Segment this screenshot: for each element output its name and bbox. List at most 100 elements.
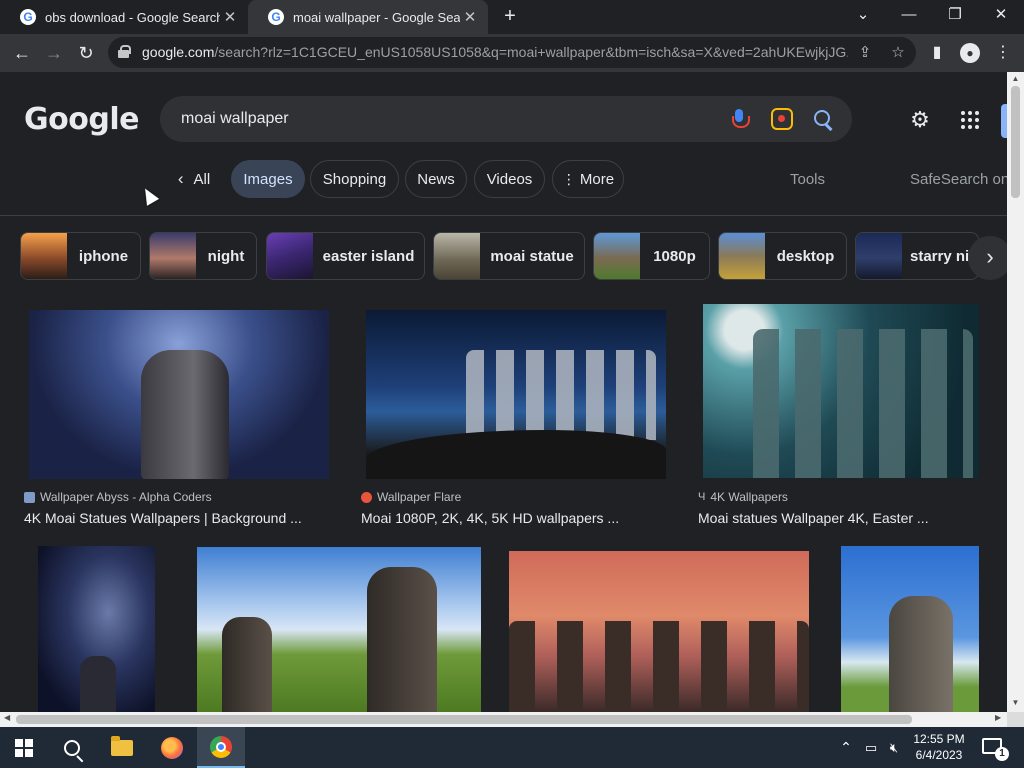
notification-count-badge: 1 (995, 747, 1009, 761)
close-tab-icon[interactable]: ✕ (220, 8, 240, 26)
settings-gear-icon[interactable]: ⚙ (908, 108, 932, 132)
result-image[interactable] (841, 546, 979, 712)
filter-more[interactable]: ⋮ More (552, 160, 624, 198)
filter-images[interactable]: Images (231, 160, 305, 198)
address-bar[interactable]: google.com/search?rlz=1C1GCEU_enUS1058US… (108, 37, 916, 68)
google-logo[interactable]: Google (24, 102, 139, 137)
chip-thumbnail (719, 233, 765, 279)
chips-next-button[interactable]: › (968, 236, 1007, 280)
tab-moai-wallpaper[interactable]: G moai wallpaper - Google Search ✕ (248, 0, 488, 34)
filter-more-label: More (579, 170, 615, 188)
result-image[interactable] (38, 546, 155, 712)
close-tab-icon[interactable]: ✕ (460, 8, 480, 26)
url-text[interactable]: google.com/search?rlz=1C1GCEU_enUS1058US… (142, 44, 848, 60)
related-chip-starry-night[interactable]: starry night (855, 232, 979, 280)
forward-button[interactable]: → (41, 40, 67, 66)
result-image[interactable] (703, 304, 979, 478)
related-chip-1080p[interactable]: 1080p (593, 232, 710, 280)
chip-thumbnail (434, 233, 480, 279)
bookmark-star-icon[interactable]: ☆ (887, 42, 909, 64)
site-favicon-icon: Ч (698, 491, 706, 503)
scroll-down-icon[interactable]: ▼ (1007, 698, 1024, 707)
hill-silhouette (366, 430, 666, 479)
result-source-label: 4K Wallpapers (710, 490, 788, 504)
new-tab-button[interactable]: + (498, 4, 522, 28)
scroll-up-icon[interactable]: ▲ (1007, 74, 1024, 83)
volume-muted-icon[interactable]: 🔇︎ (884, 727, 904, 768)
taskbar-search-button[interactable] (48, 727, 96, 768)
related-chip-moai-statue[interactable]: moai statue (433, 232, 585, 280)
filter-images-label: Images (243, 170, 293, 188)
search-icon (64, 739, 80, 756)
chip-thumbnail (594, 233, 640, 279)
lens-search-icon[interactable] (771, 108, 793, 130)
lock-icon[interactable] (118, 45, 131, 58)
safesearch-toggle[interactable]: SafeSearch on (910, 171, 1007, 188)
file-explorer-button[interactable] (98, 727, 146, 768)
browser-menu-icon[interactable]: ⋮ (990, 40, 1016, 66)
related-chip-desktop[interactable]: desktop (718, 232, 847, 280)
taskbar-clock[interactable]: 12:55 PM 6/4/2023 (904, 731, 974, 763)
chevron-right-icon: › (986, 244, 994, 269)
related-chip-iphone[interactable]: iphone (20, 232, 141, 280)
tools-button[interactable]: Tools (790, 171, 825, 188)
url-path: /search?rlz=1C1GCEU_enUS1058US1058&q=moa… (214, 44, 848, 60)
result-title[interactable]: Moai 1080P, 2K, 4K, 5K HD wallpapers ... (361, 510, 619, 526)
search-input[interactable]: moai wallpaper (181, 110, 289, 128)
horizontal-scroll-thumb[interactable] (16, 715, 912, 724)
chip-thumbnail (150, 233, 196, 279)
result-image[interactable] (197, 547, 481, 712)
result-source-label: Wallpaper Abyss - Alpha Coders (40, 490, 212, 504)
result-image[interactable] (509, 551, 809, 712)
filter-shopping[interactable]: Shopping (310, 160, 399, 198)
result-source[interactable]: Ч 4K Wallpapers (698, 490, 788, 504)
moai-row-silhouette (466, 350, 656, 440)
search-icon[interactable] (812, 108, 834, 130)
related-chip-easter-island[interactable]: easter island (266, 232, 425, 280)
google-favicon-icon: G (20, 9, 36, 25)
chrome-button[interactable] (197, 727, 245, 768)
show-hidden-icons-chevron-icon[interactable]: ⌃ (836, 727, 856, 768)
filter-all-label: All (193, 170, 211, 188)
filter-all[interactable]: ‹ All (166, 160, 222, 198)
scroll-left-icon[interactable]: ◀ (4, 713, 10, 722)
clock-date: 6/4/2023 (915, 748, 963, 762)
restore-button[interactable]: ❐ (932, 0, 978, 34)
chip-thumbnail (856, 233, 902, 279)
tab-search-chevron-icon[interactable]: ⌄ (840, 0, 886, 34)
moai-silhouette (889, 596, 953, 712)
network-icon[interactable]: ▭ (861, 727, 881, 768)
start-button[interactable] (0, 727, 48, 768)
folder-icon (111, 735, 133, 756)
clock-time: 12:55 PM (913, 732, 965, 746)
result-source[interactable]: Wallpaper Flare (361, 490, 461, 504)
minimize-button[interactable]: — (886, 0, 932, 34)
filter-news[interactable]: News (405, 160, 467, 198)
tab-obs-download[interactable]: G obs download - Google Search ✕ (0, 0, 248, 34)
header-divider (0, 215, 1007, 216)
filter-videos[interactable]: Videos (474, 160, 545, 198)
result-image[interactable] (29, 310, 329, 479)
reload-button[interactable]: ↻ (73, 40, 99, 66)
related-chip-night[interactable]: night (149, 232, 257, 280)
moai-silhouette (222, 617, 272, 712)
firefox-button[interactable] (148, 727, 196, 768)
result-title[interactable]: Moai statues Wallpaper 4K, Easter ... (698, 510, 929, 526)
share-icon[interactable]: ⇪ (854, 42, 876, 64)
result-title[interactable]: 4K Moai Statues Wallpapers | Background … (24, 510, 302, 526)
result-image[interactable] (366, 310, 666, 479)
result-source[interactable]: Wallpaper Abyss - Alpha Coders (24, 490, 212, 504)
horizontal-scrollbar[interactable]: ◀ ▶ (0, 712, 1007, 727)
vertical-scrollbar[interactable]: ▲ ▼ (1007, 72, 1024, 712)
profile-avatar-icon[interactable]: ● (960, 43, 980, 63)
google-apps-icon[interactable] (961, 111, 979, 129)
back-button[interactable]: ← (9, 40, 35, 66)
voice-search-icon[interactable] (728, 108, 750, 130)
tab-strip: G obs download - Google Search ✕ G moai … (0, 0, 1024, 34)
search-box[interactable]: moai wallpaper (160, 96, 852, 142)
scroll-right-icon[interactable]: ▶ (995, 713, 1001, 722)
close-window-button[interactable]: ✕ (978, 0, 1024, 34)
side-panel-icon[interactable]: ▮ (924, 40, 950, 66)
vertical-scroll-thumb[interactable] (1011, 86, 1020, 198)
tab-title: moai wallpaper - Google Search (293, 9, 460, 25)
